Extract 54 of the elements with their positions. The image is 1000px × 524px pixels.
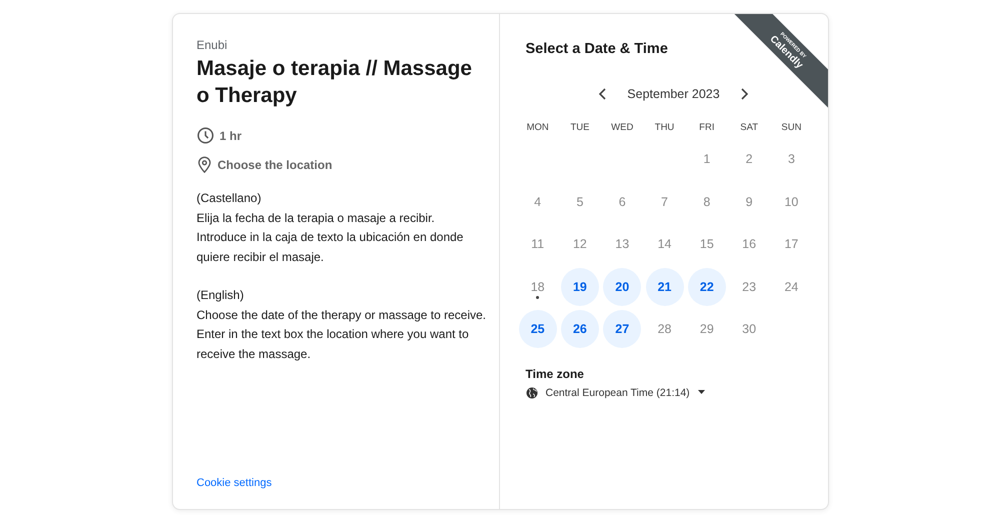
calendar-day: 13 [603, 225, 642, 264]
calendar-day: 11 [518, 225, 557, 264]
calendar-day: 16 [730, 225, 768, 264]
calendar-day: 1 [688, 140, 726, 178]
weekday-label: FRI [699, 122, 714, 133]
weekday-label: TUE [570, 122, 590, 133]
weekday-label: SAT [740, 122, 758, 133]
description-text: (Castellano) [196, 190, 262, 207]
weekday-label: SUN [781, 122, 802, 133]
calendar-day[interactable]: 20 [603, 268, 642, 306]
calendar-day: 2 [730, 140, 768, 178]
calendar-day: 24 [772, 268, 810, 306]
weekday-label: MON [526, 122, 549, 133]
caret-down-icon [698, 390, 705, 395]
calendar-day: 23 [730, 268, 768, 306]
cookie-settings-link[interactable]: Cookie settings [196, 477, 272, 489]
calendar-day[interactable]: 25 [518, 310, 557, 348]
description-text: Elija la fecha de la terapia o masaje a recibir. Introduce in la caja de texto la ubicación en donde quiere recibir el masaje. [196, 210, 464, 266]
timezone-dropdown[interactable]: Central European Time (21:14) [526, 386, 705, 398]
calendar-day[interactable]: 26 [560, 310, 599, 348]
weekday-label: THU [654, 122, 674, 133]
description-text: (English) [196, 287, 245, 304]
calendar-day: 17 [772, 225, 810, 264]
calendar-day: 9 [730, 182, 768, 221]
calendar-day: 12 [560, 225, 599, 264]
calendar-day: 5 [560, 182, 599, 221]
calendar-day: 7 [646, 182, 684, 221]
calendar-day[interactable]: 27 [603, 310, 642, 348]
calendar-day: 18 [518, 268, 557, 306]
calendar-day: 8 [688, 182, 726, 221]
calendar-day: 6 [603, 182, 642, 221]
calendar-day[interactable]: 21 [646, 268, 684, 306]
calendar-day: 4 [518, 182, 557, 221]
calendar-day[interactable]: 19 [560, 268, 599, 306]
location-text: Choose the location [218, 158, 332, 172]
description-text: Choose the date of the therapy or massage to receive. Enter in the text box the location where you want to receive the massage. [196, 306, 486, 362]
event-title: Masaje o terapia // Massage o Therapy [196, 56, 473, 109]
organizer-name: Enubi [196, 38, 228, 52]
timezone-label: Time zone [526, 366, 584, 380]
calendar-day: 14 [646, 225, 684, 264]
clock-icon [196, 127, 214, 144]
month-label: September 2023 [627, 87, 720, 101]
weekday-label: WED [611, 122, 634, 133]
calendar-day: 10 [772, 182, 810, 221]
duration-text: 1 hr [220, 128, 242, 142]
calendar-day: 3 [772, 140, 810, 178]
calendar-day: 28 [646, 310, 684, 348]
calendar-day: 29 [688, 310, 726, 348]
calendar-day[interactable]: 22 [688, 268, 726, 306]
scheduler-heading: Select a Date & Time [526, 41, 668, 57]
calendar-day: 30 [730, 310, 768, 348]
calendar-day: 15 [688, 225, 726, 264]
globe-icon [526, 386, 538, 398]
location-pin-icon [196, 156, 212, 173]
